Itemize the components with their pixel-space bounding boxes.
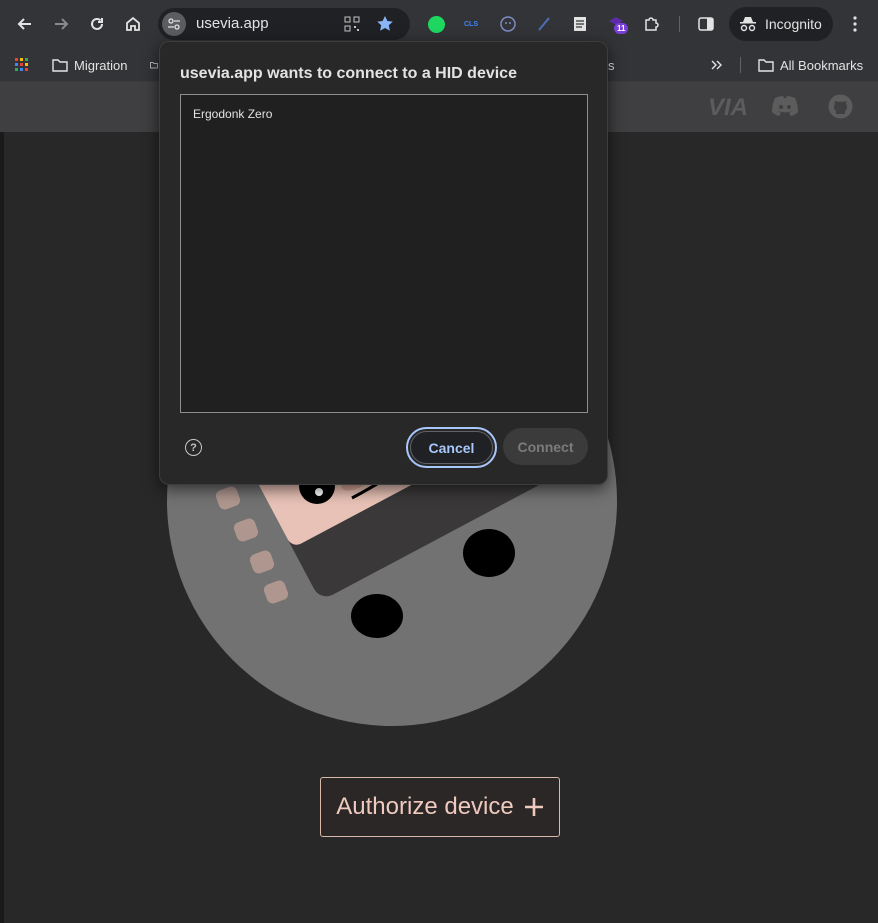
github-icon[interactable]: [828, 94, 853, 124]
cancel-button-label: Cancel: [410, 431, 493, 464]
folder-icon: [52, 59, 68, 72]
device-list-item[interactable]: Ergodonk Zero: [193, 107, 272, 121]
help-icon[interactable]: ?: [185, 439, 202, 456]
home-button[interactable]: [117, 8, 149, 40]
incognito-label: Incognito: [765, 16, 822, 32]
toolbar-divider: [679, 16, 680, 32]
bookmark-folder-migration[interactable]: Migration: [52, 54, 127, 76]
incognito-icon: [740, 17, 756, 32]
dialog-title: usevia.app wants to connect to a HID dev…: [180, 65, 517, 82]
bookmark-folder-all[interactable]: All Bookmarks: [758, 54, 863, 76]
authorize-device-label: Authorize device: [336, 793, 514, 820]
extension-document-icon[interactable]: [570, 14, 590, 34]
extension-pen-icon[interactable]: [534, 14, 554, 34]
cancel-button[interactable]: Cancel: [406, 427, 497, 468]
folder-icon: [758, 59, 774, 72]
site-settings-icon[interactable]: [162, 12, 186, 36]
chevron-double-right-icon: [711, 60, 722, 70]
apps-icon: [15, 58, 28, 71]
forward-icon: [55, 18, 69, 30]
incognito-indicator[interactable]: Incognito: [729, 7, 833, 41]
extension-badge-count: 11: [614, 23, 629, 34]
reload-icon: [91, 17, 103, 30]
forward-button[interactable]: [45, 8, 77, 40]
star-icon[interactable]: [376, 15, 394, 38]
extension-badge-icon[interactable]: 11: [606, 14, 629, 34]
extensions-icon[interactable]: [642, 14, 662, 34]
plus-icon: [524, 798, 543, 816]
side-panel-icon[interactable]: [696, 14, 716, 34]
back-button[interactable]: [9, 8, 41, 40]
device-list[interactable]: Ergodonk Zero: [180, 94, 588, 413]
home-icon: [126, 16, 140, 31]
connect-button[interactable]: Connect: [503, 428, 588, 465]
bookmarks-overflow-button[interactable]: [711, 54, 723, 76]
folder-icon: [150, 62, 158, 69]
bookmarks-divider: [740, 57, 741, 73]
bookmark-label: All Bookmarks: [780, 57, 864, 73]
via-logo[interactable]: VIA: [708, 94, 748, 122]
extension-cls-icon[interactable]: CLS: [461, 14, 481, 34]
back-icon: [17, 18, 31, 30]
bookmark-label: s: [608, 57, 615, 73]
hid-permission-dialog: usevia.app wants to connect to a HID dev…: [159, 41, 608, 485]
url-text: usevia.app: [196, 15, 269, 32]
bookmark-label: Migration: [74, 57, 128, 73]
more-menu-button[interactable]: [839, 8, 871, 40]
discord-icon[interactable]: [771, 95, 799, 122]
extension-green-icon[interactable]: [426, 14, 446, 34]
window-edge: [0, 132, 4, 923]
bookmark-folder-partial[interactable]: [150, 54, 158, 76]
reload-button[interactable]: [81, 8, 113, 40]
address-bar[interactable]: usevia.app: [158, 8, 410, 40]
extension-ghost-icon[interactable]: [498, 14, 518, 34]
authorize-device-button[interactable]: Authorize device: [320, 777, 560, 837]
apps-button[interactable]: [15, 54, 29, 76]
bookmark-partial[interactable]: s: [608, 54, 615, 76]
qr-code-icon[interactable]: [344, 16, 360, 37]
more-icon: [853, 16, 857, 32]
